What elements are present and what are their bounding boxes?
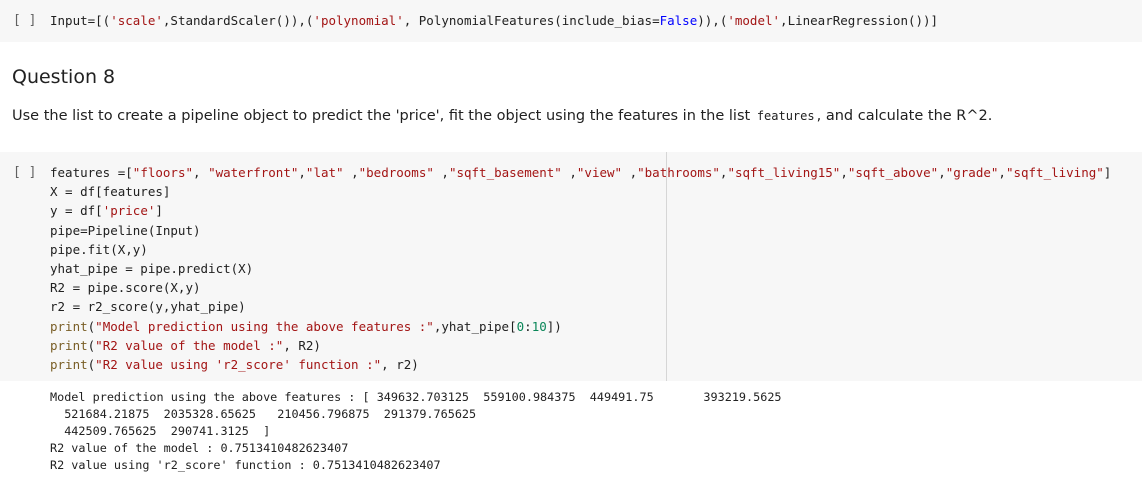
code-string: "sqft_above" xyxy=(847,165,939,180)
code-string: "bedrooms" xyxy=(358,165,434,180)
code-string: "Model prediction using the above featur… xyxy=(95,318,434,334)
code-editor[interactable]: features =["floors", "waterfront","lat" … xyxy=(50,163,1111,374)
code-line-9: print("Model prediction using the above … xyxy=(50,317,1111,336)
code-text: : xyxy=(524,318,532,334)
code-string: "view" xyxy=(576,165,623,180)
code-text: , xyxy=(938,165,946,180)
code-text: ] xyxy=(155,203,163,219)
code-line-4: pipe=Pipeline(Input) xyxy=(50,222,201,238)
code-string: "grade" xyxy=(945,165,999,180)
code-string: "sqft_living15" xyxy=(727,165,841,180)
code-string: 'scale' xyxy=(110,13,163,28)
description-text: Use the list to create a pipeline object… xyxy=(12,108,755,124)
code-editor[interactable]: Input=[('scale',StandardScaler()),('poly… xyxy=(50,13,938,28)
code-line-8: r2 = r2_score(y,yhat_pipe) xyxy=(50,299,246,315)
code-string: "R2 value of the model :" xyxy=(95,337,284,353)
code-cell-pipeline[interactable]: [ ] features =["floors", "waterfront","l… xyxy=(0,152,1142,381)
code-text: , xyxy=(193,165,209,180)
code-text: y = df[ xyxy=(50,203,103,219)
code-builtin: print xyxy=(50,337,88,353)
code-string: 'polynomial' xyxy=(313,13,404,28)
code-line-5: pipe.fit(X,y) xyxy=(50,241,148,257)
code-string: "R2 value using 'r2_score' function :" xyxy=(95,357,382,373)
code-line-7: R2 = pipe.score(X,y) xyxy=(50,280,201,296)
code-text: , xyxy=(561,165,577,180)
code-builtin: print xyxy=(50,357,88,373)
code-text: , xyxy=(343,165,359,180)
code-text: , xyxy=(622,165,638,180)
code-text: ,LinearRegression())] xyxy=(780,13,939,28)
code-string: "lat" xyxy=(305,165,344,180)
code-text: ]) xyxy=(546,318,562,334)
code-string: "sqft_living" xyxy=(1005,165,1104,180)
code-string: "bathrooms" xyxy=(637,165,720,180)
code-line-2: X = df[features] xyxy=(50,184,171,200)
output-line: 521684.21875 2035328.65625 210456.796875… xyxy=(50,407,477,421)
code-string: "sqft_basement" xyxy=(448,165,562,180)
inline-code: features xyxy=(756,109,815,123)
code-text: , PolynomialFeatures(include_bias= xyxy=(403,13,660,28)
code-text: , xyxy=(433,165,449,180)
question-heading: Question 8 xyxy=(12,66,116,88)
code-text: ,yhat_pipe[ xyxy=(433,318,517,334)
code-line-6: yhat_pipe = pipe.predict(X) xyxy=(50,261,254,277)
code-line-10: print("R2 value of the model :", R2) xyxy=(50,336,1111,355)
code-string: 'price' xyxy=(102,203,156,219)
question-description: Use the list to create a pipeline object… xyxy=(12,108,992,124)
code-text: , xyxy=(840,165,848,180)
code-text: , xyxy=(298,165,306,180)
code-text: , r2) xyxy=(381,357,419,373)
code-string: 'model' xyxy=(727,13,781,28)
code-text: ,StandardScaler()),( xyxy=(162,13,314,28)
output-line: 442509.765625 290741.3125 ] xyxy=(50,424,271,438)
description-text: , and calculate the R^2. xyxy=(816,108,993,124)
code-keyword: False xyxy=(659,13,698,28)
output-line: R2 value using 'r2_score' function : 0.7… xyxy=(50,458,441,472)
code-line-3: y = df['price'] xyxy=(50,201,1111,220)
cell-output: Model prediction using the above feature… xyxy=(50,389,782,474)
code-text: ] xyxy=(1103,165,1112,180)
code-text: Input=[( xyxy=(50,13,111,28)
code-text: , R2) xyxy=(283,337,321,353)
code-string: "waterfront" xyxy=(208,165,299,180)
output-line: Model prediction using the above feature… xyxy=(50,390,782,404)
code-line-11: print("R2 value using 'r2_score' functio… xyxy=(50,355,1111,374)
code-line-1: features =["floors", "waterfront","lat" … xyxy=(50,163,1111,182)
code-string: "floors" xyxy=(132,165,194,180)
cell-run-prompt[interactable]: [ ] xyxy=(13,165,36,180)
code-number: 10 xyxy=(531,318,547,334)
code-text: , xyxy=(998,165,1006,180)
code-text: )),( xyxy=(697,13,728,28)
code-builtin: print xyxy=(50,318,88,334)
code-cell-input-list[interactable]: [ ] Input=[('scale',StandardScaler()),('… xyxy=(0,0,1142,42)
code-text: features =[ xyxy=(50,165,133,180)
output-line: R2 value of the model : 0.75134104826234… xyxy=(50,441,349,455)
cell-run-prompt[interactable]: [ ] xyxy=(13,13,36,28)
